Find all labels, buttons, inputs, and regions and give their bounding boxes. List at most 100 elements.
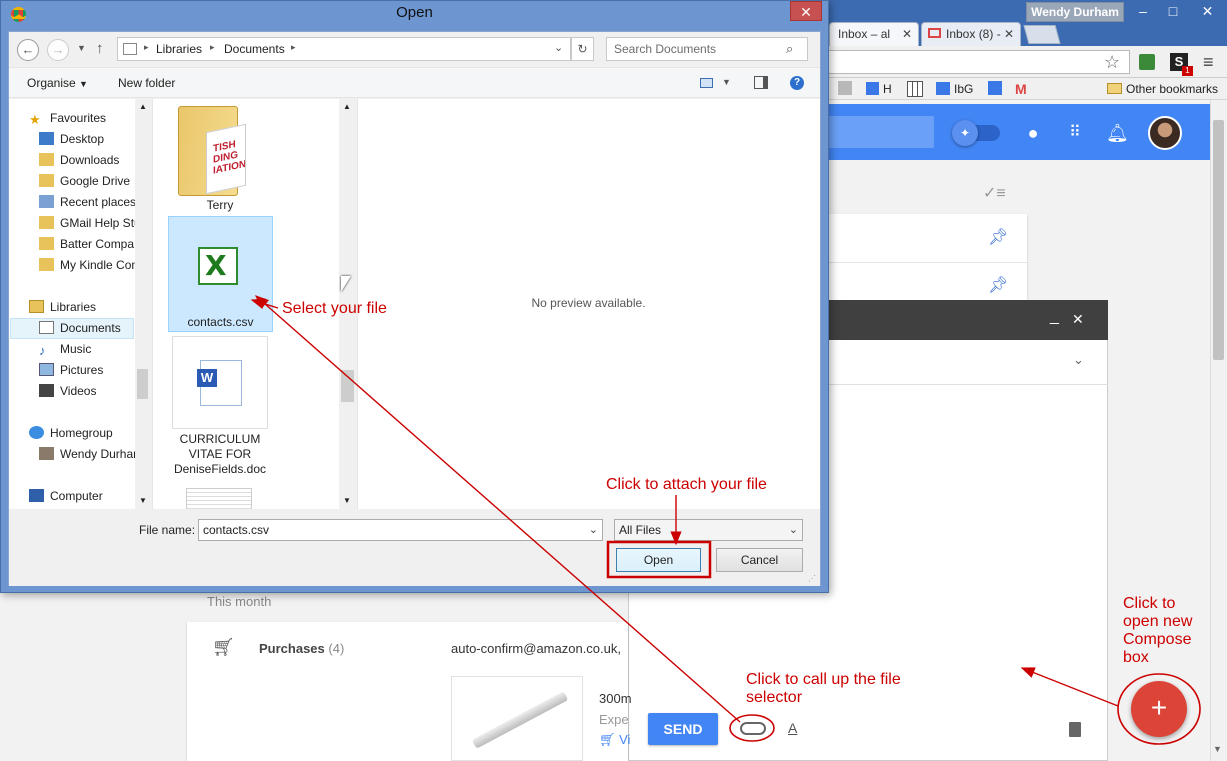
nav-item-desktop[interactable]: Desktop [39, 129, 135, 150]
star-icon[interactable]: ☆ [1104, 52, 1120, 73]
up-arrow-icon[interactable]: ↑ [96, 40, 104, 57]
compose-header [828, 300, 1108, 340]
back-arrow-icon[interactable]: ← [17, 39, 39, 61]
reminder-icon[interactable]: ● [1022, 122, 1044, 144]
sweep-done-icon[interactable]: ✓≡ [983, 183, 1006, 203]
inbox-search-box[interactable] [828, 116, 934, 148]
view-dropdown-icon[interactable]: ▼ [722, 77, 731, 87]
open-button[interactable]: Open [616, 548, 701, 572]
nav-item-gmail-help[interactable]: GMail Help Stu [39, 213, 135, 234]
new-folder-button[interactable]: New folder [118, 76, 175, 90]
file-item-terry[interactable]: TISH DING IATION Terry [172, 100, 268, 212]
scroll-up-icon[interactable]: ▲ [139, 102, 147, 111]
extension-icon[interactable] [1139, 54, 1155, 70]
nav-scrollbar[interactable] [135, 99, 151, 509]
compose-minimize-icon[interactable]: _ [1050, 308, 1059, 326]
file-type-select[interactable]: All Files ⌄ [614, 519, 803, 541]
address-dropdown-icon[interactable]: ⌄ [554, 41, 563, 54]
file-item-cv[interactable]: W CURRICULUM VITAE FOR DeniseFields.doc [172, 336, 268, 478]
profile-name-badge[interactable]: Wendy Durham [1026, 2, 1124, 22]
product-link[interactable]: 🛒︎ Vi [599, 732, 630, 748]
grid-bookmark-icon[interactable] [907, 81, 923, 97]
dropdown-chevron-icon[interactable]: ⌄ [589, 520, 598, 540]
nav-item-recent-places[interactable]: Recent places [39, 192, 135, 213]
organise-menu[interactable]: Organise ▼ [27, 76, 88, 90]
file-item-contacts-selected[interactable]: X contacts.csv [168, 216, 273, 332]
bookmark-icon[interactable] [988, 81, 1002, 95]
address-bar[interactable]: ▸ Libraries ▸ Documents ▸ ⌄ [117, 37, 571, 61]
dropdown-chevron-icon[interactable]: ⌄ [789, 520, 798, 540]
scrollbar-thumb[interactable] [1213, 120, 1224, 360]
refresh-icon[interactable]: ↻ [571, 37, 594, 61]
scroll-down-icon[interactable]: ▼ [1213, 744, 1222, 754]
tab-close-icon[interactable]: ✕ [1004, 23, 1014, 45]
tab-inbox-gmail[interactable]: Inbox (8) - ✕ [921, 22, 1021, 46]
attach-paperclip-icon[interactable] [740, 722, 766, 735]
new-tab-button[interactable] [1023, 25, 1061, 44]
nav-item-kindle[interactable]: My Kindle Con [39, 255, 135, 276]
nav-item-batter[interactable]: Batter Compa [39, 234, 135, 255]
tab-inbox-active[interactable]: Inbox – al ✕ [829, 22, 919, 46]
nav-item-pictures[interactable]: Pictures [39, 360, 135, 381]
breadcrumb-libraries[interactable]: Libraries [156, 42, 202, 56]
gmail-bookmark-icon[interactable]: M [1015, 81, 1027, 97]
chevron-right-icon: ▸ [291, 42, 296, 52]
url-bar[interactable] [828, 50, 1130, 74]
format-text-icon[interactable]: A [788, 720, 797, 736]
user-photo-icon [39, 447, 54, 460]
forward-arrow-icon[interactable]: → [47, 39, 69, 61]
nav-homegroup-header[interactable]: Homegroup [29, 423, 135, 444]
trash-icon[interactable] [1069, 722, 1081, 737]
recent-locations-chevron-icon[interactable]: ▼ [77, 43, 86, 53]
breadcrumb-documents[interactable]: Documents [224, 42, 285, 56]
avatar[interactable] [1148, 116, 1182, 150]
notifications-bell-icon[interactable]: 🔔︎ [1106, 122, 1129, 144]
nav-favourites-group: ★ Favourites [29, 108, 135, 129]
product-image[interactable] [451, 676, 583, 761]
nav-item-music[interactable]: ♪ Music [39, 339, 135, 360]
cancel-button[interactable]: Cancel [716, 548, 803, 572]
file-item-partial[interactable] [186, 488, 252, 509]
menu-icon[interactable]: ≡ [1203, 52, 1214, 73]
bookmark-icon[interactable] [838, 81, 852, 95]
nav-item-downloads[interactable]: Downloads [39, 150, 135, 171]
compose-close-icon[interactable]: ✕ [1072, 311, 1084, 328]
nav-favourites-header[interactable]: ★ Favourites [29, 108, 135, 129]
dialog-close-button[interactable]: ✕ [790, 1, 822, 21]
nav-libraries-header[interactable]: Libraries [29, 297, 135, 318]
pin-icon[interactable]: 📌︎ [988, 227, 1008, 247]
preview-pane-icon[interactable] [754, 76, 768, 89]
view-options-icon[interactable] [700, 78, 713, 88]
tab-close-icon[interactable]: ✕ [902, 23, 912, 45]
file-name-input[interactable]: contacts.csv ⌄ [198, 519, 603, 541]
compose-fab-button[interactable]: + [1131, 681, 1187, 737]
chevron-down-icon[interactable]: ⌄ [1073, 352, 1084, 368]
bookmark-h[interactable]: H [866, 81, 892, 97]
apps-grid-icon[interactable]: ⠿ [1064, 122, 1086, 144]
scroll-down-icon[interactable]: ▼ [139, 496, 147, 505]
annotation-call-selector: Click to call up the file selector [746, 671, 901, 706]
scroll-down-icon[interactable]: ▼ [343, 496, 351, 505]
help-icon[interactable]: ? [790, 76, 804, 90]
nav-item-documents[interactable]: Documents [39, 318, 135, 339]
folder-icon [39, 216, 54, 229]
minimize-icon[interactable]: – [1128, 0, 1158, 22]
bookmark-ibg[interactable]: IbG [936, 81, 973, 97]
other-bookmarks[interactable]: Other bookmarks [1107, 81, 1218, 97]
window-close-icon[interactable]: ✕ [1188, 0, 1227, 22]
nav-computer-header[interactable]: Computer [29, 486, 135, 507]
search-input[interactable]: Search Documents [606, 37, 808, 61]
pin-icon[interactable]: 📌︎ [988, 275, 1008, 295]
tab-label: Inbox – al [838, 27, 891, 41]
file-scroll-thumb[interactable] [341, 370, 354, 402]
search-icon[interactable]: ⌕ [786, 41, 793, 57]
nav-item-google-drive[interactable]: Google Drive [39, 171, 135, 192]
maximize-icon[interactable]: □ [1158, 0, 1188, 22]
send-button[interactable]: SEND [648, 713, 718, 745]
nav-item-videos[interactable]: Videos [39, 381, 135, 402]
pin-icon[interactable]: ✦ [952, 120, 978, 146]
scroll-up-icon[interactable]: ▲ [343, 102, 351, 111]
nav-item-wendy[interactable]: Wendy Durhan [39, 444, 135, 465]
resize-grip-icon[interactable]: ⋰ [808, 574, 816, 583]
nav-scroll-thumb[interactable] [137, 369, 148, 399]
